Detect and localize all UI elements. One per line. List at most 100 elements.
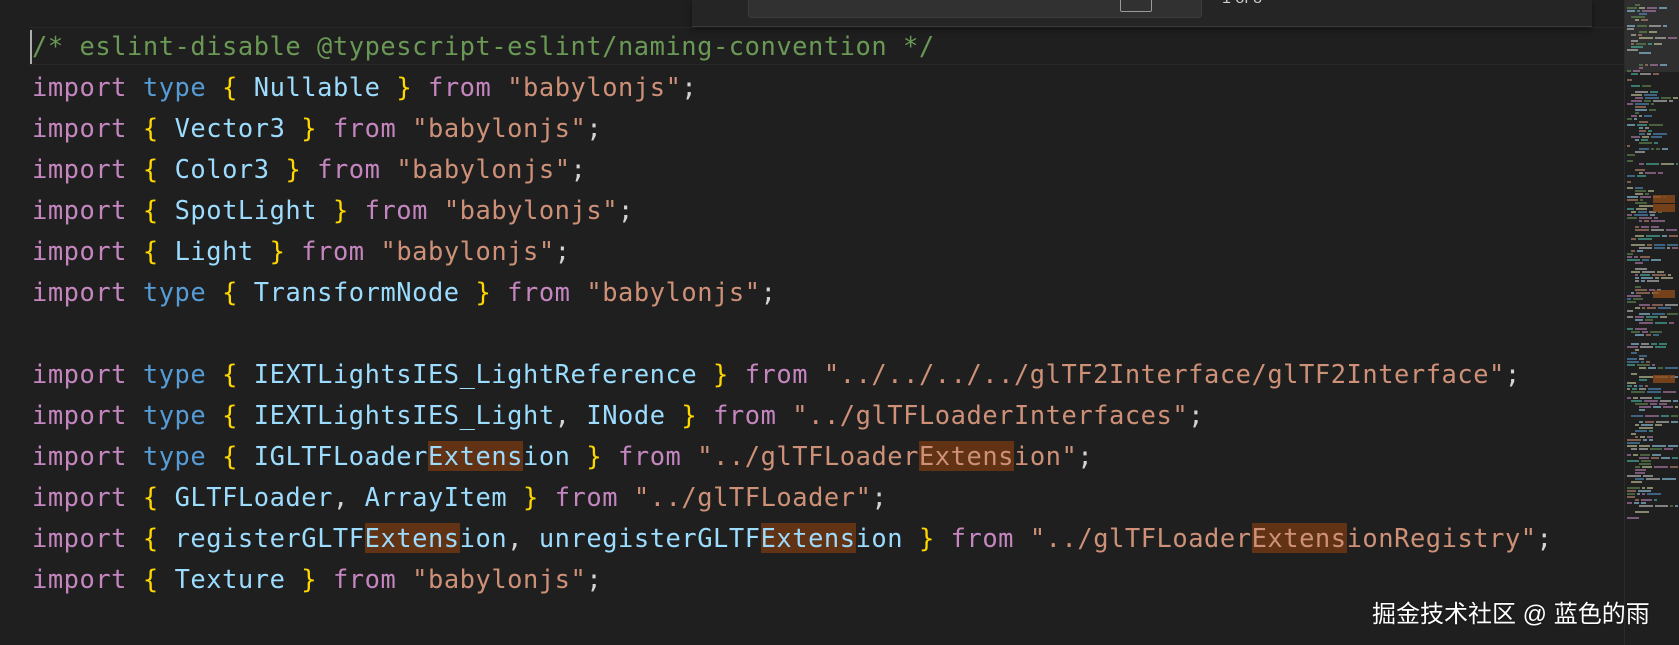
minimap-line <box>1635 328 1647 330</box>
minimap[interactable] <box>1624 0 1679 645</box>
code-content[interactable]: /* eslint-disable @typescript-eslint/nam… <box>32 26 1552 600</box>
code-identifier: Light <box>174 236 254 266</box>
minimap-line <box>1665 304 1678 306</box>
code-line[interactable]: import type { Nullable } from "babylonjs… <box>32 67 1552 108</box>
code-string: "babylonjs" <box>443 195 619 225</box>
code-type-keyword: type <box>142 72 207 102</box>
minimap-line <box>1655 277 1659 279</box>
match-whole-word-toggle[interactable] <box>1120 0 1152 12</box>
minimap-line <box>1637 10 1640 12</box>
code-keyword: from <box>332 113 397 143</box>
minimap-line <box>1639 247 1652 249</box>
minimap-line <box>1627 487 1640 489</box>
code-punctuation <box>206 277 222 307</box>
minimap-line <box>1633 397 1638 399</box>
minimap-line <box>1647 133 1651 135</box>
minimap-line <box>1639 313 1650 315</box>
code-keyword: import <box>32 154 128 184</box>
minimap-line <box>1646 163 1659 165</box>
code-punctuation <box>206 72 222 102</box>
code-brace: } <box>475 277 492 307</box>
code-punctuation <box>349 195 365 225</box>
code-identifier: Texture <box>174 564 286 594</box>
code-punctuation <box>491 277 507 307</box>
minimap-line <box>1635 334 1644 336</box>
minimap-line <box>1632 388 1637 390</box>
code-line[interactable]: import { Texture } from "babylonjs"; <box>32 559 1552 600</box>
minimap-line <box>1635 349 1639 351</box>
minimap-line <box>1631 343 1639 345</box>
text-cursor <box>30 30 32 64</box>
code-line[interactable]: import type { TransformNode } from "baby… <box>32 272 1552 313</box>
minimap-line <box>1667 244 1678 246</box>
minimap-line <box>1642 493 1645 495</box>
minimap-line <box>1635 97 1643 99</box>
code-punctuation <box>539 482 555 512</box>
minimap-line <box>1645 421 1654 423</box>
minimap-line <box>1631 250 1635 252</box>
code-line[interactable]: /* eslint-disable @typescript-eslint/nam… <box>32 26 1552 67</box>
minimap-line <box>1673 97 1678 99</box>
minimap-line <box>1639 322 1653 324</box>
minimap-line <box>1639 463 1651 465</box>
minimap-line <box>1638 211 1647 213</box>
minimap-line <box>1634 118 1637 120</box>
minimap-line <box>1639 367 1646 369</box>
minimap-line <box>1641 502 1646 504</box>
code-type-keyword: type <box>142 400 207 430</box>
minimap-line <box>1640 274 1650 276</box>
minimap-line <box>1668 274 1671 276</box>
code-line[interactable]: import { Light } from "babylonjs"; <box>32 231 1552 272</box>
minimap-line <box>1671 415 1678 417</box>
minimap-line <box>1635 268 1647 270</box>
code-string: "babylonjs" <box>380 236 555 266</box>
minimap-line <box>1635 403 1648 405</box>
minimap-line <box>1652 454 1661 456</box>
code-punctuation <box>159 482 175 512</box>
code-line[interactable]: import type { IEXTLightsIES_Light, INode… <box>32 395 1552 436</box>
code-line[interactable]: import { Vector3 } from "babylonjs"; <box>32 108 1552 149</box>
code-punctuation <box>903 523 919 553</box>
minimap-line <box>1658 367 1663 369</box>
code-line[interactable]: import { SpotLight } from "babylonjs"; <box>32 190 1552 231</box>
code-line[interactable]: import type { IEXTLightsIES_LightReferen… <box>32 354 1552 395</box>
code-line[interactable]: import { GLTFLoader, ArrayItem } from ".… <box>32 477 1552 518</box>
minimap-line <box>1661 163 1674 165</box>
code-line[interactable]: import { registerGLTFExtension, unregist… <box>32 518 1552 559</box>
minimap-line <box>1641 139 1648 141</box>
minimap-line <box>1652 304 1663 306</box>
code-keyword: import <box>32 277 128 307</box>
minimap-line <box>1649 124 1663 126</box>
minimap-line <box>1642 487 1645 489</box>
code-punctuation <box>317 195 333 225</box>
minimap-line <box>1631 448 1637 450</box>
code-identifier: ion <box>523 441 571 471</box>
minimap-line <box>1659 403 1667 405</box>
minimap-line <box>1631 136 1640 138</box>
minimap-line <box>1647 307 1656 309</box>
code-identifier: registerGLTF <box>174 523 365 553</box>
watermark: 掘金技术社区 @ 蓝色的雨 <box>1372 601 1650 628</box>
minimap-line <box>1661 97 1671 99</box>
code-identifier: GLTFLoader <box>174 482 333 512</box>
minimap-line <box>1641 19 1648 21</box>
code-identifier: ion <box>459 523 508 553</box>
code-line[interactable]: import type { IGLTFLoaderExtension } fro… <box>32 436 1552 477</box>
minimap-line <box>1639 445 1650 447</box>
code-editor[interactable]: /* eslint-disable @typescript-eslint/nam… <box>0 0 1624 645</box>
minimap-line <box>1639 172 1643 174</box>
code-identifier: IEXTLightsIES_LightReference <box>253 359 698 389</box>
minimap-line <box>1635 109 1647 111</box>
minimap-line <box>1640 436 1645 438</box>
minimap-line <box>1655 424 1662 426</box>
code-line[interactable]: import { Color3 } from "babylonjs"; <box>32 149 1552 190</box>
code-line[interactable] <box>32 313 1552 354</box>
code-keyword: from <box>428 72 492 102</box>
minimap-line <box>1640 73 1651 75</box>
minimap-line <box>1641 460 1651 462</box>
minimap-line <box>1635 478 1644 480</box>
minimap-line <box>1635 226 1639 228</box>
minimap-line <box>1631 40 1638 42</box>
minimap-line <box>1639 163 1644 165</box>
minimap-line <box>1653 73 1659 75</box>
